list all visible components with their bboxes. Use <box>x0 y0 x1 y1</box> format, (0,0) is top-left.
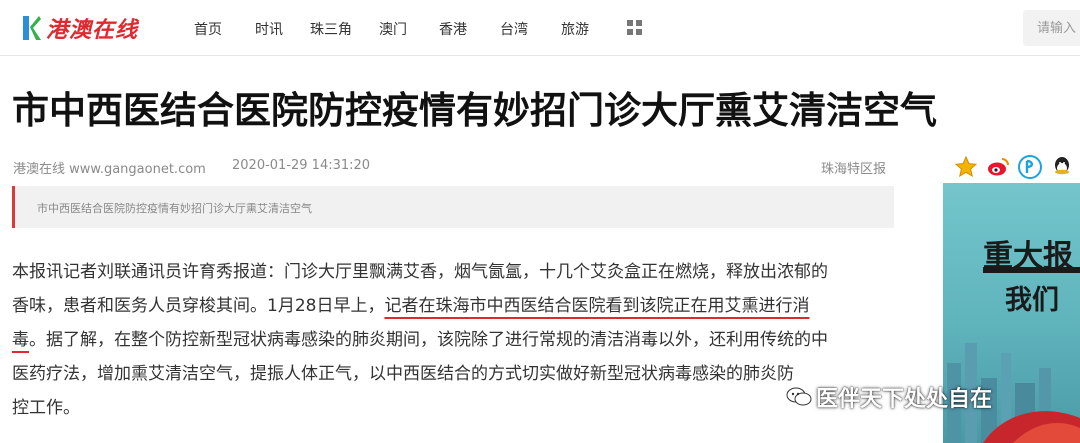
body-line: 香味，患者和医务人员穿梭其间。1月28日早上，记者在珠海市中西医结合医院看到该院… <box>12 289 892 323</box>
article-summary: 市中西医结合医院防控疫情有妙招门诊大厅熏艾清洁空气 <box>37 202 312 215</box>
body-text: 医药疗法，增加熏艾清洁空气，提振人体正气，以中西医结合的方式切实做好新型冠状病毒… <box>12 364 794 384</box>
weibo-icon[interactable] <box>986 155 1010 179</box>
ad-divider <box>983 267 1080 273</box>
nav-item-prd[interactable]: 珠三角 <box>310 19 352 39</box>
article-datetime: 2020-01-29 14:31:20 <box>232 158 371 173</box>
share-bar <box>954 152 1080 182</box>
top-nav-bar: 港澳在线 首页 时讯 珠三角 澳门 香港 台湾 旅游 <box>0 0 1080 56</box>
article-source: 珠海特区报 <box>821 162 887 177</box>
star-icon[interactable] <box>954 155 978 179</box>
search-input[interactable] <box>1023 10 1080 46</box>
watermark-text: 医伴天下处处自在 <box>816 387 993 412</box>
body-line: 本报讯记者刘联通讯员许育秀报道：门诊大厅里飘满艾香，烟气氤氲，十几个艾灸盒正在燃… <box>12 255 892 289</box>
nav-item-news[interactable]: 时讯 <box>255 19 283 39</box>
article-summary-box: 市中西医结合医院防控疫情有妙招门诊大厅熏艾清洁空气 <box>12 186 894 228</box>
article-title: 市中西医结合医院防控疫情有妙招门诊大厅熏艾清洁空气 <box>12 89 937 132</box>
body-text: 。据了解，在整个防控新型冠状病毒感染的肺炎期间，该院除了进行常规的清洁消毒以外，… <box>29 330 828 350</box>
logo-text: 港澳在线 <box>46 17 139 43</box>
site-logo[interactable]: 港澳在线 <box>20 12 138 44</box>
wechat-icon <box>786 386 812 408</box>
body-text: 控工作。 <box>12 398 80 418</box>
nav-item-home[interactable]: 首页 <box>194 19 222 39</box>
nav-item-macau[interactable]: 澳门 <box>379 19 407 39</box>
nav-item-travel[interactable]: 旅游 <box>561 19 589 39</box>
highlighted-text: 记者在珠海市中西医结合医院看到该院正在用艾熏进行消 <box>384 296 810 316</box>
qq-icon[interactable] <box>1050 155 1074 179</box>
body-line: 医药疗法，增加熏艾清洁空气，提振人体正气，以中西医结合的方式切实做好新型冠状病毒… <box>12 357 892 391</box>
more-grid-icon[interactable] <box>627 20 642 35</box>
qzone-icon[interactable] <box>1018 155 1042 179</box>
nav-item-taiwan[interactable]: 台湾 <box>500 19 528 39</box>
logo-mark-icon <box>20 13 42 43</box>
watermark: 医伴天下处处自在 <box>786 381 992 413</box>
body-text: 香味，患者和医务人员穿梭其间。1月28日早上， <box>12 296 385 316</box>
highlighted-text: 毒 <box>12 330 29 350</box>
article-site[interactable]: 港澳在线 www.gangaonet.com <box>13 158 206 177</box>
body-line: 毒。据了解，在整个防控新型冠状病毒感染的肺炎期间，该院除了进行常规的清洁消毒以外… <box>12 323 892 357</box>
body-text: 本报讯记者刘联通讯员许育秀报道：门诊大厅里飘满艾香，烟气氤氲，十几个艾灸盒正在燃… <box>12 262 828 282</box>
article-body: 本报讯记者刘联通讯员许育秀报道：门诊大厅里飘满艾香，烟气氤氲，十几个艾灸盒正在燃… <box>12 255 892 425</box>
ad-subtitle: 我们 <box>1005 285 1059 316</box>
nav-item-hongkong[interactable]: 香港 <box>439 19 467 39</box>
body-line: 控工作。 <box>12 391 892 425</box>
